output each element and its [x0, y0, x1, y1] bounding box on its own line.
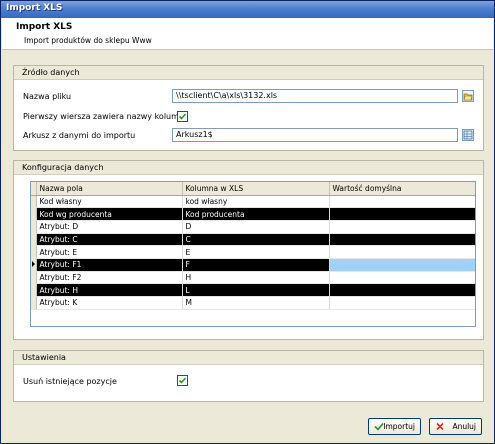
field-name-cell[interactable]: Atrybut: F2 [36, 271, 183, 285]
import-button-label: Importuj [383, 422, 415, 431]
source-section-label: Źródło danych [14, 66, 483, 80]
default-value-cell[interactable] [329, 220, 475, 234]
config-section-label: Konfiguracja danych [14, 161, 483, 175]
header-subtitle: Import produktów do sklepu Www [24, 36, 152, 45]
dialog-header: Import XLS Import produktów do sklepu Ww… [2, 18, 493, 50]
default-value-cell[interactable] [329, 296, 475, 310]
xls-column-cell[interactable]: L [182, 283, 330, 297]
xls-column-cell[interactable]: F [182, 258, 330, 272]
field-name-cell[interactable]: Atrybut: C [36, 233, 183, 247]
xls-column-cell[interactable]: H [182, 271, 330, 285]
current-row-arrow-icon [31, 258, 37, 272]
xls-column-cell[interactable]: E [182, 245, 330, 259]
remove-existing-label: Usuń istniejące pozycje [23, 377, 117, 386]
import-icon [374, 422, 384, 431]
field-name-cell[interactable]: Atrybut: H [36, 283, 183, 297]
field-name-cell[interactable]: Atrybut: E [36, 245, 183, 259]
column-header-field-name[interactable]: Nazwa pola [36, 182, 183, 196]
table-row[interactable]: Atrybut: K M [31, 296, 475, 310]
xls-column-cell[interactable]: M [182, 296, 330, 310]
column-header-default-value[interactable]: Wartość domyślna [329, 182, 475, 196]
window-title: Import XLS [6, 3, 63, 13]
settings-section-label: Ustawienia [14, 351, 483, 365]
first-row-checkbox[interactable] [177, 111, 188, 122]
grid-header-row: Nazwa pola Kolumna w XLS Wartość domyśln… [31, 182, 475, 196]
header-title: Import XLS [16, 22, 73, 32]
column-header-xls-column[interactable]: Kolumna w XLS [182, 182, 330, 196]
default-value-cell[interactable] [329, 207, 475, 221]
field-name-cell[interactable]: Kod wg producenta [36, 207, 183, 221]
import-window: Import XLS Import XLS Import produktów d… [0, 0, 495, 444]
default-value-cell[interactable] [329, 258, 475, 272]
table-row[interactable]: Kod wg producenta Kod producenta [31, 207, 475, 221]
sheet-select-icon[interactable] [462, 129, 474, 141]
table-row[interactable]: Kod własny kod własny [31, 195, 475, 209]
table-row[interactable]: Atrybut: H L [31, 283, 475, 297]
table-row-selected[interactable]: Atrybut: F1 F [31, 258, 475, 272]
table-row[interactable]: Atrybut: F2 H [31, 271, 475, 285]
xls-column-cell[interactable]: D [182, 220, 330, 234]
import-button[interactable]: Importuj [368, 418, 421, 435]
default-value-cell[interactable] [329, 233, 475, 247]
cancel-button[interactable]: Anuluj [429, 418, 482, 435]
default-value-cell[interactable] [329, 283, 475, 297]
field-name-cell[interactable]: Kod własny [36, 195, 183, 209]
field-name-cell[interactable]: Atrybut: K [36, 296, 183, 310]
first-row-label: Pierwszy wiersza zawiera nazwy kolumn [23, 112, 184, 121]
sheet-label: Arkusz z danymi do importu [23, 131, 136, 140]
cancel-icon [435, 422, 445, 431]
field-name-cell[interactable]: Atrybut: D [36, 220, 183, 234]
default-value-cell[interactable] [329, 245, 475, 259]
xls-column-cell[interactable]: C [182, 233, 330, 247]
field-name-cell[interactable]: Atrybut: F1 [36, 258, 183, 272]
file-name-field[interactable]: \\tsclient\C\a\xls\3132.xls [172, 89, 458, 103]
default-value-cell[interactable] [329, 271, 475, 285]
remove-existing-checkbox[interactable] [177, 375, 188, 386]
file-name-label: Nazwa pliku [23, 92, 72, 101]
table-row[interactable]: Atrybut: D D [31, 220, 475, 234]
table-row[interactable]: Atrybut: C C [31, 233, 475, 247]
default-value-cell[interactable] [329, 195, 475, 209]
open-folder-icon[interactable] [462, 90, 474, 102]
sheet-field[interactable]: Arkusz1$ [172, 128, 458, 142]
mapping-grid[interactable]: Nazwa pola Kolumna w XLS Wartość domyśln… [30, 181, 476, 327]
xls-column-cell[interactable]: Kod producenta [182, 207, 330, 221]
settings-panel: Ustawienia [13, 350, 484, 402]
table-row[interactable]: Atrybut: E E [31, 245, 475, 259]
cancel-button-label: Anuluj [452, 422, 476, 431]
title-bar[interactable]: Import XLS [1, 1, 494, 18]
xls-column-cell[interactable]: kod własny [182, 195, 330, 209]
